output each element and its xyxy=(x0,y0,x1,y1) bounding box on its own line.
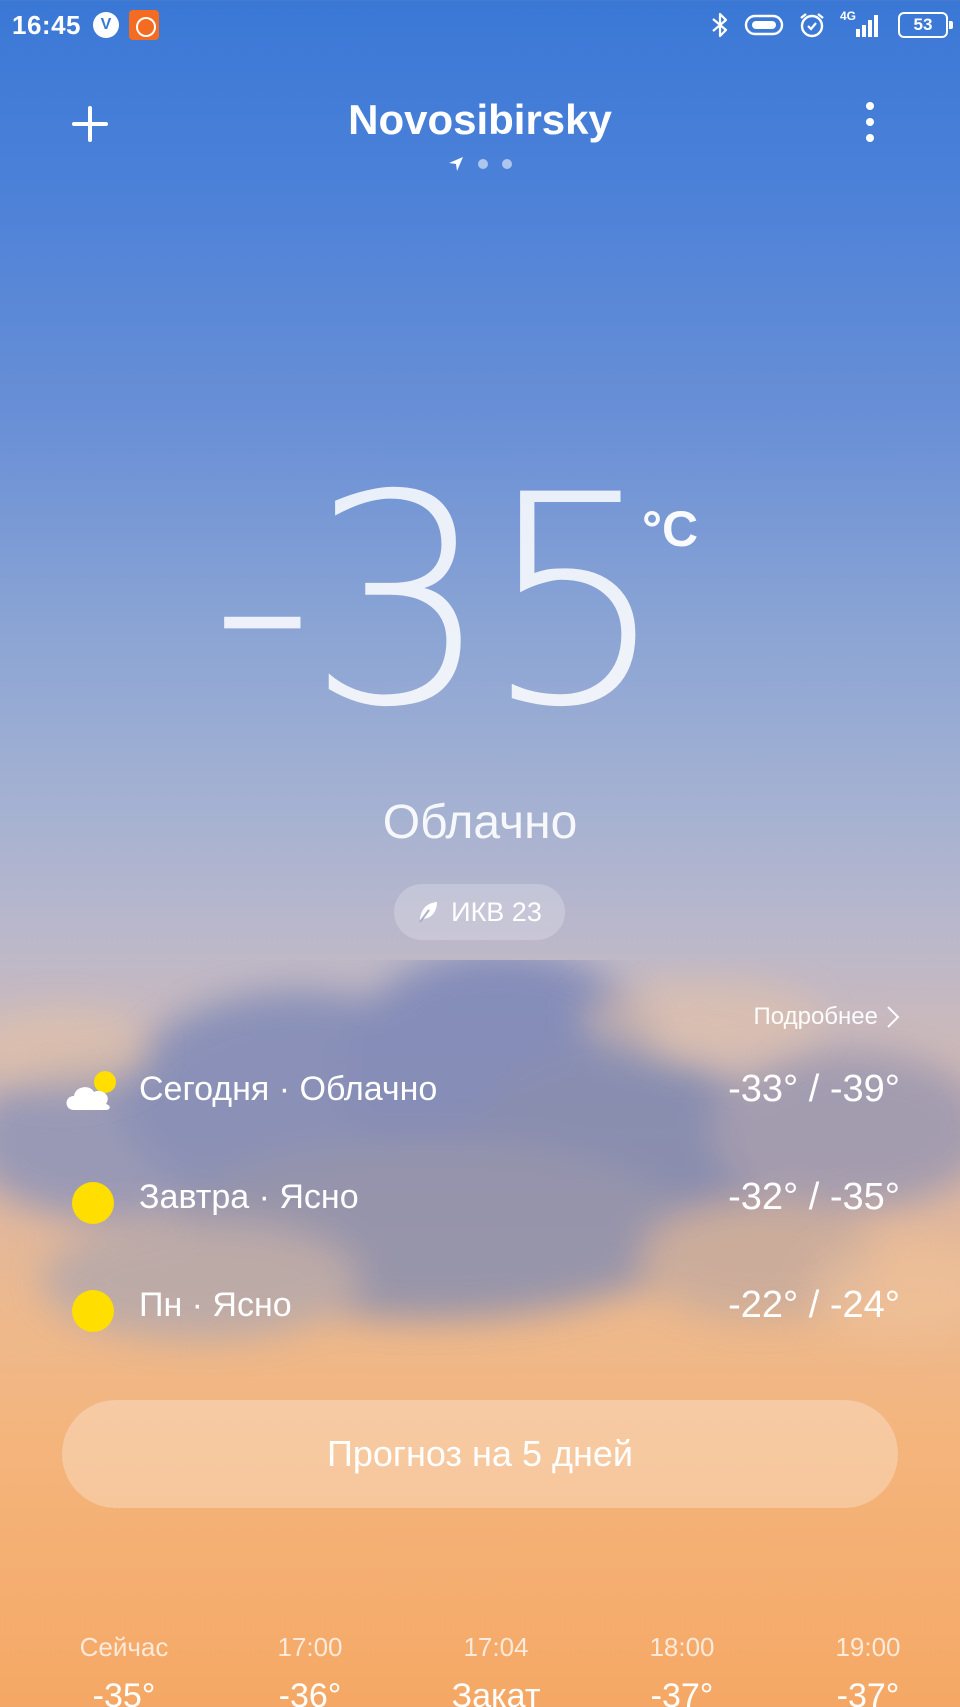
daily-row-today[interactable]: Сегодня · Облачно -33° / -39° xyxy=(62,1060,902,1120)
hourly-item[interactable]: 18:00 -37° xyxy=(602,1632,762,1707)
city-title[interactable]: Novosibirsky xyxy=(0,96,960,144)
status-icons: 4G 53 xyxy=(710,9,953,40)
hourly-item[interactable]: 19:00 -37° xyxy=(788,1632,948,1707)
signal-icon: 4G xyxy=(840,9,884,39)
hourly-item[interactable]: 17:04 Закат xyxy=(416,1632,576,1707)
details-label: Подробнее xyxy=(753,1003,878,1030)
status-bar: 16:45 V 4G 53 xyxy=(0,0,960,52)
hour-time: 17:04 xyxy=(463,1632,529,1662)
partly-cloudy-icon xyxy=(66,1071,116,1110)
weather-screen: { "status_bar": { "time": "16:45", "vk_l… xyxy=(0,0,960,1707)
daily-row-monday[interactable]: Пн · Ясно -22° / -24° xyxy=(62,1276,902,1336)
day-temperature: -22° / -24° xyxy=(728,1284,900,1326)
sun-icon-wrapper xyxy=(62,1286,122,1332)
page-dot xyxy=(502,159,512,169)
day-label: Сегодня · Облачно xyxy=(139,1070,438,1108)
temperature-value: -35 xyxy=(210,434,668,771)
page-dot xyxy=(478,159,488,169)
hour-time: Сейчас xyxy=(79,1632,169,1662)
hour-value: -37° xyxy=(650,1677,714,1707)
day-temperature: -33° / -39° xyxy=(728,1068,900,1110)
hourly-item[interactable]: Сейчас -35° xyxy=(44,1632,204,1707)
aqi-label: ИКВ 23 xyxy=(451,896,542,927)
header: Novosibirsky xyxy=(0,80,960,180)
more-menu-button[interactable] xyxy=(850,96,890,148)
page-indicator xyxy=(0,156,960,172)
alarm-icon xyxy=(800,13,824,38)
hour-time: 17:00 xyxy=(277,1632,343,1662)
hour-value: -36° xyxy=(278,1677,342,1707)
status-time: 16:45 xyxy=(12,10,81,40)
details-link[interactable]: Подробнее xyxy=(754,1003,900,1031)
five-day-forecast-button[interactable]: Прогноз на 5 дней xyxy=(62,1400,898,1508)
day-label: Завтра · Ясно xyxy=(139,1178,359,1216)
current-temperature: -35 °C xyxy=(0,458,960,748)
bluetooth-icon xyxy=(712,12,728,38)
sun-icon xyxy=(72,1182,114,1224)
vk-icon: V xyxy=(93,12,119,38)
hour-value: -37° xyxy=(836,1677,900,1707)
hour-value: -35° xyxy=(92,1677,156,1707)
aqi-badge[interactable]: ИКВ 23 xyxy=(394,884,565,940)
sun-icon-wrapper xyxy=(62,1178,122,1224)
day-temperature: -32° / -35° xyxy=(728,1176,900,1218)
vibrate-icon xyxy=(744,14,784,36)
day-label: Пн · Ясно xyxy=(139,1286,292,1324)
hourly-item[interactable]: 17:00 -36° xyxy=(230,1632,390,1707)
daily-row-tomorrow[interactable]: Завтра · Ясно -32° / -35° xyxy=(62,1168,902,1228)
hour-time: 19:00 xyxy=(835,1632,901,1662)
hour-time: 18:00 xyxy=(649,1632,715,1662)
leaf-icon xyxy=(419,902,438,923)
app-notification-icon xyxy=(129,10,159,40)
hourly-forecast[interactable]: Сейчас -35° 17:00 -36° 17:04 Закат 18:00… xyxy=(0,1632,960,1707)
sun-icon xyxy=(72,1290,114,1332)
chevron-right-icon xyxy=(887,1006,900,1028)
hour-value: Закат xyxy=(451,1677,541,1707)
location-arrow-icon xyxy=(449,157,463,171)
current-condition: Облачно xyxy=(382,796,578,849)
temperature-unit: °C xyxy=(642,501,699,557)
battery-icon: 53 xyxy=(898,12,953,38)
